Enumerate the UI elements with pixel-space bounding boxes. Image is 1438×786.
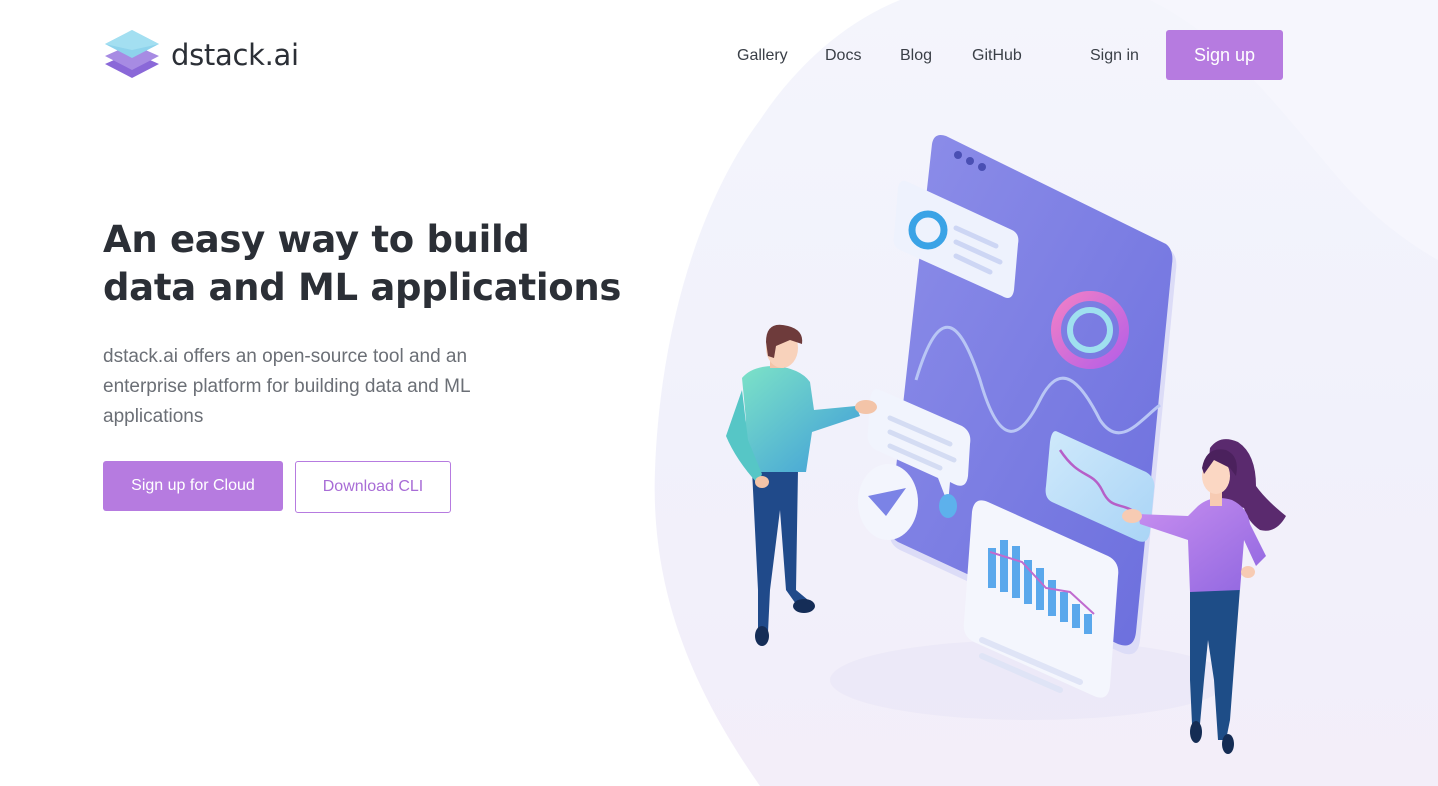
sign-in-link[interactable]: Sign in <box>1090 44 1139 68</box>
stacked-layers-icon <box>105 30 159 78</box>
man-figure <box>726 324 877 646</box>
sign-up-for-cloud-button[interactable]: Sign up for Cloud <box>103 461 283 511</box>
download-cli-button[interactable]: Download CLI <box>295 461 451 513</box>
nav-link-docs[interactable]: Docs <box>825 44 861 68</box>
landing-page: dstack.ai Gallery Docs Blog GitHub Sign … <box>0 0 1438 786</box>
hero-title: An easy way to build data and ML applica… <box>103 218 622 309</box>
sign-up-button[interactable]: Sign up <box>1166 30 1283 80</box>
nav-link-blog[interactable]: Blog <box>900 44 932 68</box>
logo-link[interactable]: dstack.ai <box>103 28 299 82</box>
nav-link-gallery[interactable]: Gallery <box>737 44 788 68</box>
hero-description: dstack.ai offers an open-source tool and… <box>103 346 470 427</box>
hero-illustration <box>726 135 1286 754</box>
nav-link-github[interactable]: GitHub <box>972 44 1022 68</box>
logo-text: dstack.ai <box>171 38 299 72</box>
